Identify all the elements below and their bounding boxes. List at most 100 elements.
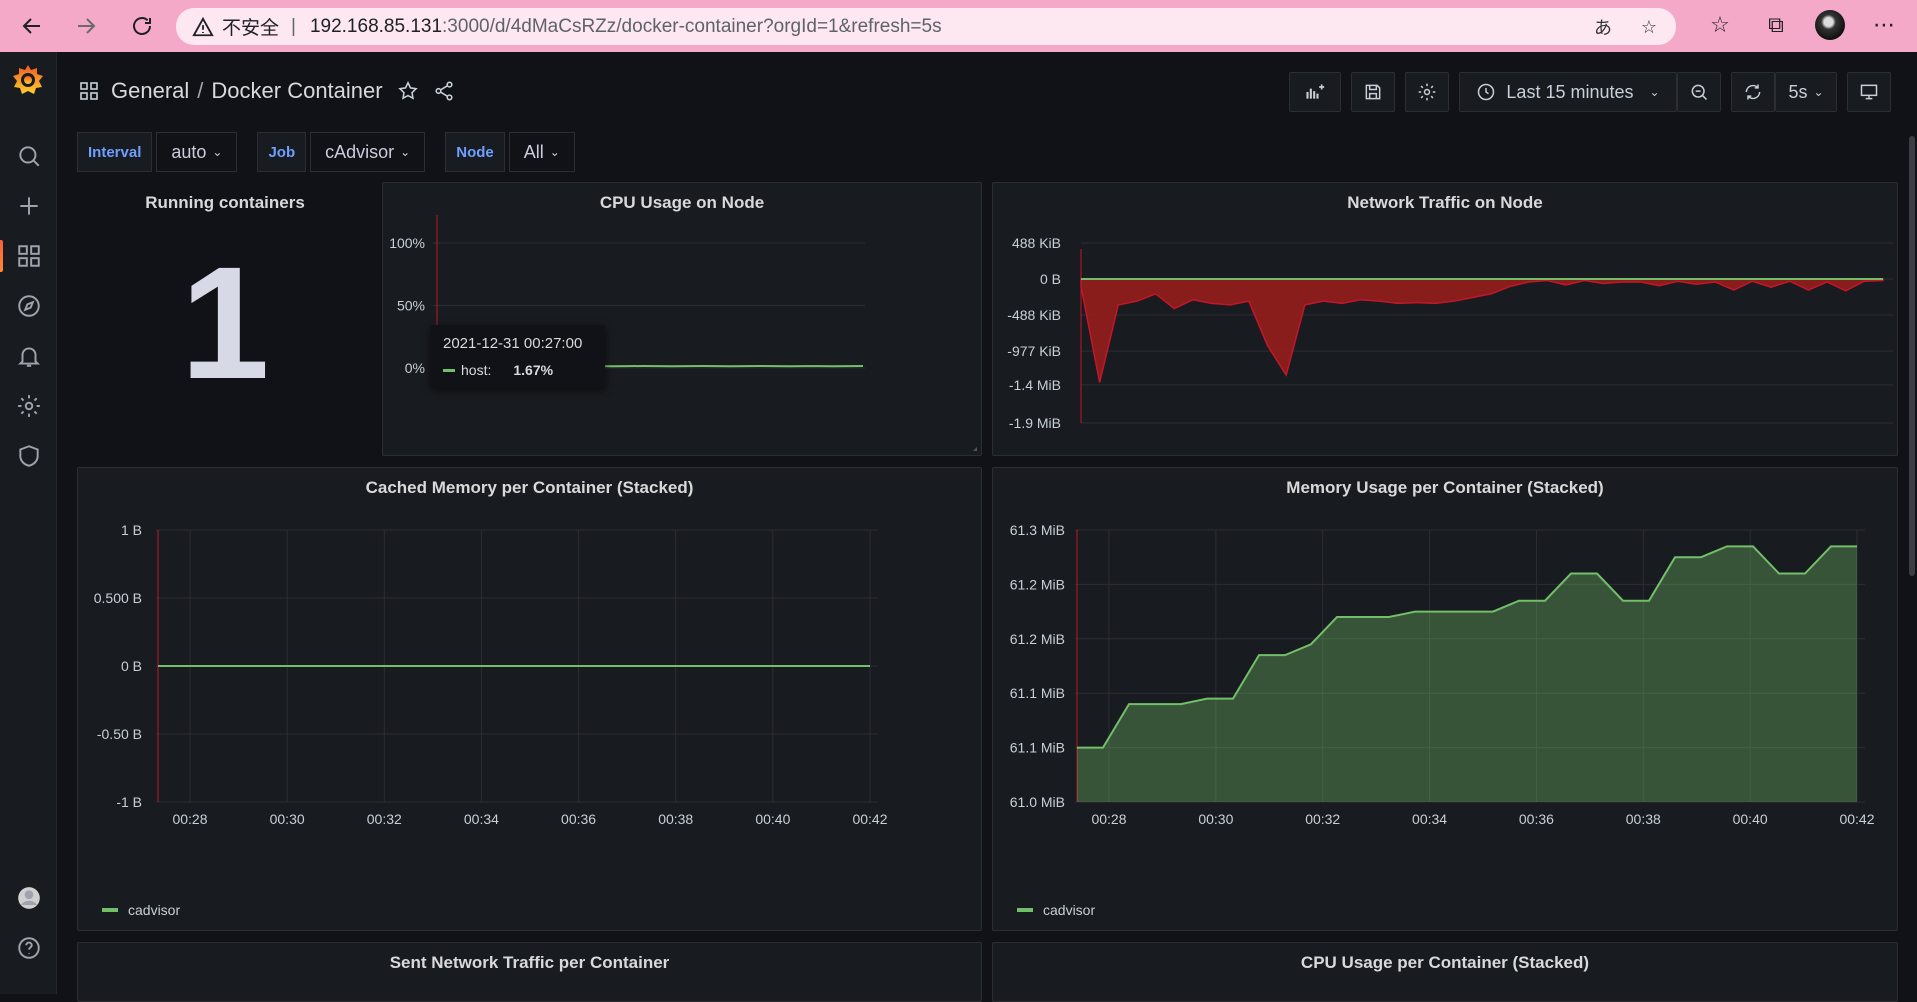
y-tick-label: -977 KiB [1007,343,1061,359]
x-tick-label: 00:32 [367,811,402,827]
refresh-icon [1743,82,1763,102]
search-icon [16,143,42,169]
refresh-button[interactable] [1731,72,1775,112]
tooltip-series-name: host: [461,362,491,378]
y-tick-label: 0 B [121,658,142,674]
legend-label: cadvisor [1043,902,1095,918]
y-tick-label: 50% [397,298,425,314]
x-tick-label: 00:42 [852,811,887,827]
grafana-sidebar [0,52,57,994]
x-tick-label: 00:38 [1626,811,1661,827]
chart-legend[interactable]: cadvisor [102,902,180,918]
breadcrumb: General / Docker Container [79,78,455,104]
breadcrumb-separator: / [197,78,203,104]
variable-select-interval[interactable]: auto⌄ [156,132,237,172]
insecure-label: 不安全 [222,13,279,40]
y-tick-label: 61.0 MiB [1010,794,1065,810]
x-tick-label: 00:34 [1412,811,1447,827]
zoom-out-icon [1689,82,1709,102]
y-tick-label: 61.2 MiB [1010,576,1065,592]
arrow-left-icon [20,14,44,38]
star-icon[interactable] [397,80,419,102]
variable-select-job[interactable]: cAdvisor⌄ [310,132,425,172]
view-mode-button[interactable] [1847,72,1891,112]
sidebar-explore[interactable] [0,284,57,328]
favorites-icon[interactable]: ☆ [1703,8,1737,42]
x-tick-label: 00:40 [755,811,790,827]
y-tick-label: 61.1 MiB [1010,685,1065,701]
panel-running-containers[interactable]: Running containers 1 [77,182,373,456]
page-scrollbar[interactable] [1909,136,1915,576]
panel-sent-network-traffic[interactable]: Sent Network Traffic per Container [77,942,982,1002]
variable-select-node[interactable]: All⌄ [509,132,575,172]
sidebar-profile[interactable] [0,876,57,920]
profile-avatar[interactable] [1815,10,1845,40]
panel-title: Sent Network Traffic per Container [78,953,981,973]
chevron-down-icon: ⌄ [400,145,410,159]
y-tick-label: 1 B [121,522,142,538]
grafana-logo-icon[interactable] [10,62,46,98]
time-range-picker[interactable]: Last 15 minutes ⌄ [1459,72,1677,112]
compass-icon [16,293,42,319]
variable-label-job: Job [257,132,306,172]
user-avatar-icon [16,885,42,911]
share-icon[interactable] [433,80,455,102]
reload-icon [130,14,154,38]
chart-legend[interactable]: cadvisor [1017,902,1095,918]
monitor-icon [1859,82,1879,102]
panel-network-traffic-node[interactable]: Network Traffic on Node 488 KiB0 B-488 K… [992,182,1898,456]
zoom-out-button[interactable] [1677,72,1721,112]
add-panel-button[interactable] [1289,72,1341,112]
sidebar-configuration[interactable] [0,384,57,428]
breadcrumb-folder[interactable]: General [111,78,189,104]
sidebar-help[interactable] [0,926,57,970]
gear-icon [16,393,42,419]
translate-icon[interactable]: あ [1590,14,1616,40]
y-tick-label: 0% [405,360,425,376]
back-button[interactable] [12,6,52,46]
warning-icon [192,16,214,38]
more-options-icon[interactable]: ⋯ [1867,8,1901,42]
y-tick-label: 0 B [1040,271,1061,287]
y-tick-label: 61.2 MiB [1010,631,1065,647]
y-tick-label: 61.3 MiB [1010,522,1065,538]
chevron-down-icon: ⌄ [550,145,560,159]
address-bar[interactable]: 不安全 | 192.168.85.131 :3000/d/4dMaCsRZz/d… [176,8,1676,45]
address-separator: | [291,16,296,38]
variable-value-interval: auto [171,142,206,163]
sidebar-search[interactable] [0,134,57,178]
gear-icon [1417,82,1437,102]
legend-label: cadvisor [128,902,180,918]
sidebar-server-admin[interactable] [0,434,57,478]
tooltip-time: 2021-12-31 00:27:00 [443,335,593,352]
y-tick-label: -488 KiB [1007,307,1061,323]
y-tick-label: -1 B [116,794,142,810]
x-tick-label: 00:28 [172,811,207,827]
collections-icon[interactable]: ⧉ [1759,8,1793,42]
reload-button[interactable] [122,6,162,46]
legend-swatch [102,908,118,912]
dashboard-settings-button[interactable] [1405,72,1449,112]
panel-cached-memory[interactable]: Cached Memory per Container (Stacked) 1 … [77,467,982,931]
dashboard-title[interactable]: Docker Container [211,78,382,104]
tooltip-series-swatch [443,369,455,372]
x-tick-label: 00:42 [1839,811,1874,827]
favorite-add-icon[interactable]: ☆ [1636,14,1662,40]
panel-cpu-usage-node[interactable]: CPU Usage on Node 100%50%0% 2021-12-31 0… [382,182,982,456]
y-tick-label: -1.4 MiB [1009,377,1061,393]
refresh-interval-picker[interactable]: 5s ⌄ [1775,72,1837,112]
legend-swatch [1017,908,1033,912]
chevron-down-icon: ⌄ [1813,85,1823,99]
sidebar-alerting[interactable] [0,334,57,378]
sidebar-create[interactable] [0,184,57,228]
panel-cpu-usage-container[interactable]: CPU Usage per Container (Stacked) [992,942,1898,1002]
panel-memory-usage[interactable]: Memory Usage per Container (Stacked) 61.… [992,467,1898,931]
sidebar-dashboards[interactable] [0,234,57,278]
browser-toolbar: 不安全 | 192.168.85.131 :3000/d/4dMaCsRZz/d… [0,0,1917,52]
save-dashboard-button[interactable] [1351,72,1395,112]
cached-memory-chart: 1 B0.500 B0 B-0.50 B-1 B00:2800:3000:320… [78,468,983,932]
chevron-down-icon: ⌄ [1650,85,1660,99]
x-tick-label: 00:32 [1305,811,1340,827]
variable-label-node: Node [445,132,505,172]
forward-button[interactable] [66,6,106,46]
